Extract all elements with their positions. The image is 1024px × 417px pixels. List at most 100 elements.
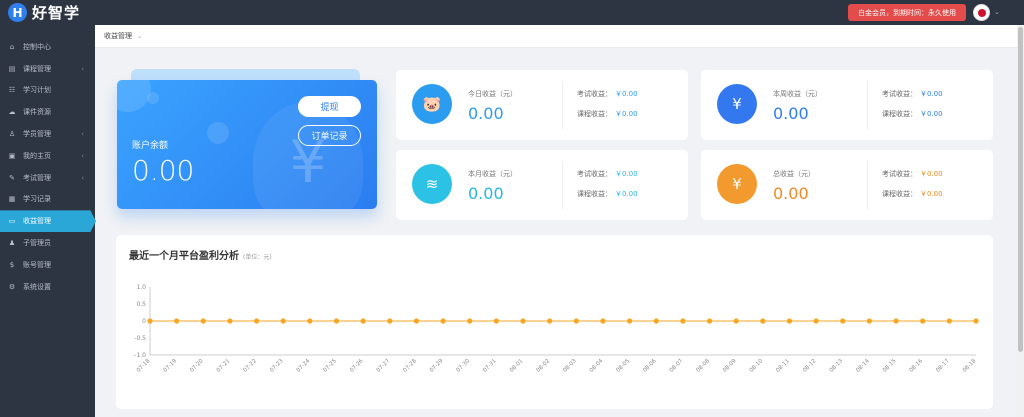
money-bag-icon: ¥: [717, 164, 757, 204]
chevron-down-icon[interactable]: ⌄: [137, 33, 142, 40]
exam-income-label: 考试收益：: [882, 90, 917, 98]
data-point: [733, 318, 739, 324]
chevron-left-icon: ‹: [81, 173, 84, 182]
data-point: [520, 318, 526, 324]
balance-amount: 0.00: [132, 154, 195, 187]
page-icon: ▣: [8, 151, 16, 160]
x-tick-label: 08-08: [695, 358, 711, 374]
sidebar-item-10[interactable]: $ 账号管理: [0, 254, 95, 276]
breadcrumb: 收益管理 ⌄: [95, 25, 1017, 48]
top-bar: H 好智学 白金会员，到期时间：永久使用 ⌄: [0, 0, 1024, 25]
chevron-down-icon[interactable]: ⌄: [994, 8, 1000, 16]
data-point: [147, 318, 153, 324]
chart-title: 最近一个月平台盈利分析 (单位：元): [129, 247, 272, 262]
y-tick-label: -0.5: [134, 335, 146, 342]
withdraw-button[interactable]: 提现: [298, 96, 361, 117]
exam-income-label: 考试收益：: [882, 170, 917, 178]
home-icon: ⌂: [9, 42, 15, 51]
sidebar-item-6[interactable]: ✎ 考试管理 ‹: [0, 167, 95, 189]
sidebar-item-3[interactable]: ☁ 课件资源: [0, 101, 95, 123]
logo[interactable]: H 好智学: [8, 2, 80, 23]
course-income-label: 课程收益：: [882, 110, 917, 118]
data-point: [200, 318, 206, 324]
course-income: 课程收益： ￥0.00: [882, 109, 943, 119]
data-point: [307, 318, 313, 324]
divider: [562, 161, 563, 209]
scrollbar-thumb[interactable]: [1018, 27, 1023, 352]
stat-label: 总收益（元）: [773, 170, 815, 178]
sidebar-item-label: 考试管理: [23, 173, 51, 182]
course-income: 课程收益： ￥0.00: [577, 189, 638, 199]
avatar[interactable]: [973, 4, 990, 21]
data-point: [973, 318, 979, 324]
data-point: [813, 318, 819, 324]
membership-badge[interactable]: 白金会员，到期时间：永久使用: [848, 4, 966, 21]
course-income: 课程收益： ￥0.00: [577, 109, 638, 119]
x-tick-label: 08-15: [882, 358, 898, 374]
data-point: [600, 318, 606, 324]
scrollbar[interactable]: [1017, 25, 1024, 417]
chevron-left-icon: ‹: [81, 64, 84, 73]
exam-income: 考试收益： ￥0.00: [882, 89, 943, 99]
x-tick-label: 08-03: [562, 358, 578, 374]
x-tick-label: 08-16: [909, 358, 925, 374]
course-income: 课程收益： ￥0.00: [882, 189, 943, 199]
data-point: [706, 318, 713, 324]
chevron-left-icon: ‹: [81, 151, 84, 160]
y-tick-label: 0: [142, 318, 146, 325]
data-point: [866, 318, 873, 324]
divider: [867, 161, 868, 209]
sidebar-item-11[interactable]: ⚙ 系统设置: [0, 276, 95, 298]
x-tick-label: 07-18: [136, 358, 152, 374]
exam-income-label: 考试收益：: [577, 90, 612, 98]
sidebar-item-label: 课件资源: [23, 108, 51, 117]
order-records-button[interactable]: 订单记录: [298, 125, 361, 146]
x-tick-label: 08-10: [749, 358, 765, 374]
logo-mark: H: [8, 3, 27, 22]
data-point: [440, 318, 446, 324]
course-income-label: 课程收益：: [577, 190, 612, 198]
sidebar-item-label: 账号管理: [23, 260, 51, 269]
wallet-icon: ▭: [8, 217, 16, 226]
x-tick-label: 07-26: [349, 358, 365, 374]
course-income-value: ￥0.00: [920, 190, 943, 198]
stat-card-month: ≋ 本月收益（元） 0.00 考试收益： ￥0.00 课程收益： ￥0.00: [396, 150, 688, 220]
sidebar-item-8[interactable]: ▭ 收益管理: [0, 210, 96, 233]
data-point: [840, 318, 846, 324]
chart-title-text: 最近一个月平台盈利分析: [129, 251, 239, 262]
sidebar-item-0[interactable]: ⌂ 控制中心: [0, 36, 95, 58]
data-point: [627, 318, 633, 324]
chart-unit: (单位：元): [243, 254, 272, 261]
breadcrumb-current[interactable]: 收益管理: [104, 31, 132, 41]
plan-icon: ☷: [8, 86, 16, 95]
sidebar-item-2[interactable]: ☷ 学习计划: [0, 80, 95, 102]
divider: [562, 81, 563, 129]
x-tick-label: 08-14: [855, 358, 871, 374]
sidebar-item-1[interactable]: ▤ 课程管理 ‹: [0, 58, 95, 80]
x-tick-label: 07-20: [189, 358, 205, 374]
sidebar-item-label: 学习计划: [23, 86, 51, 95]
x-tick-label: 08-07: [669, 358, 685, 374]
sidebar-item-5[interactable]: ▣ 我的主页 ‹: [0, 145, 95, 167]
sidebar-item-9[interactable]: ♟ 子管理员: [0, 232, 95, 254]
sidebar-item-label: 学习记录: [23, 195, 51, 204]
divider: [867, 81, 868, 129]
data-point: [360, 318, 366, 324]
stat-card-week: ¥ 本周收益（元） 0.00 考试收益： ￥0.00 课程收益： ￥0.00: [701, 70, 993, 140]
profit-line-chart: 1.0 0.5 0 -0.5 -1.007-18 07-19 07-20 07-21 07-22…: [134, 284, 979, 374]
course-income-label: 课程收益：: [882, 190, 917, 198]
exam-income-value: ￥0.00: [920, 90, 943, 98]
exam-income: 考试收益： ￥0.00: [577, 89, 638, 99]
sidebar-item-label: 课程管理: [23, 64, 51, 73]
book-icon: ▤: [8, 64, 16, 73]
data-point: [493, 318, 499, 324]
data-point: [280, 318, 286, 324]
exam-income-value: ￥0.00: [920, 170, 943, 178]
data-point: [946, 318, 952, 324]
data-point: [413, 318, 420, 324]
sidebar-item-7[interactable]: ▦ 学习记录: [0, 189, 95, 211]
x-tick-label: 07-24: [296, 358, 312, 374]
sidebar-item-label: 我的主页: [23, 151, 51, 160]
sidebar-item-4[interactable]: ♙ 学员管理 ‹: [0, 123, 95, 145]
x-tick-label: 08-17: [935, 358, 951, 374]
